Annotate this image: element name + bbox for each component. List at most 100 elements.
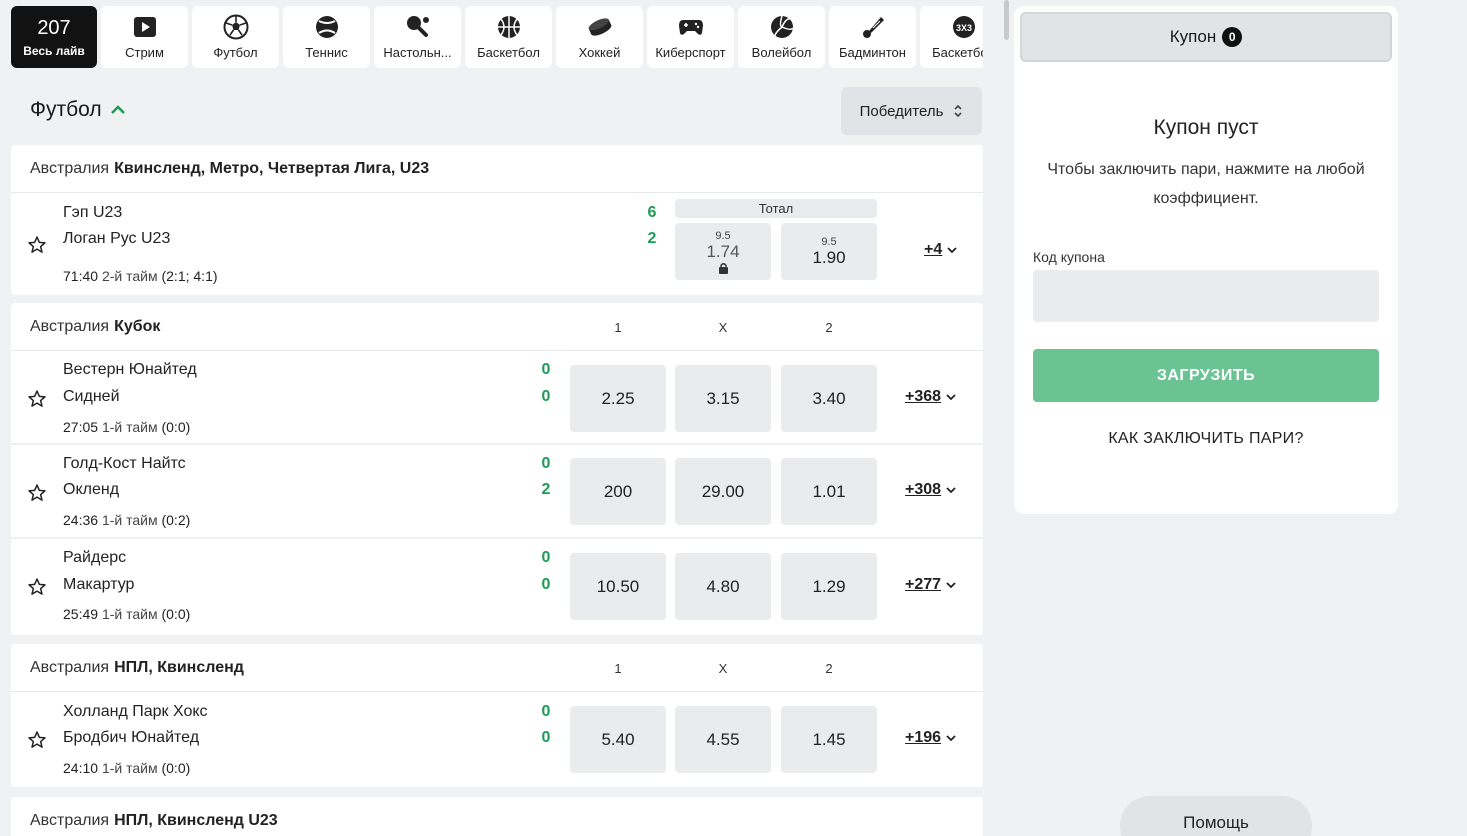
odd-button-1[interactable]: 200 [570, 458, 666, 525]
match-time: 71:40 2-й тайм (2:1; 4:1) [63, 268, 218, 284]
basketball-icon [496, 14, 522, 40]
tab-label: Бадминтон [839, 45, 906, 60]
load-coupon-button[interactable]: ЗАГРУЗИТЬ [1033, 349, 1379, 402]
tab-basketball[interactable]: Баскетбол [465, 6, 552, 68]
league-header[interactable]: Австралия НПЛ, Квинсленд 1 X 2 [11, 644, 983, 692]
odd-button-x[interactable]: 4.55 [675, 706, 771, 773]
score-away: 0 [541, 729, 551, 746]
tab-stream[interactable]: Стрим [101, 6, 188, 68]
col-head-x: X [718, 661, 728, 676]
team-home: Вестерн Юнайтед [63, 361, 197, 378]
star-icon[interactable] [27, 235, 47, 255]
tab-label: Хоккей [578, 45, 621, 60]
tab-label: Теннис [305, 45, 348, 60]
event-row[interactable]: Холланд Парк Хокс Бродбич Юнайтед 0 0 24… [11, 692, 983, 786]
match-clock: 24:10 [63, 760, 99, 776]
odd-button-x[interactable]: 4.80 [675, 553, 771, 620]
scrollbar-thumb[interactable] [1004, 0, 1009, 40]
coupon-empty-text: Чтобы заключить пари, нажмите на любой к… [1047, 161, 1365, 207]
odd-button-x[interactable]: 29.00 [675, 458, 771, 525]
league-block: Австралия НПЛ, Квинсленд U23 [11, 797, 983, 836]
star-icon[interactable] [27, 577, 47, 597]
tab-table-tennis[interactable]: Настольн... [374, 6, 461, 68]
odd-button-x[interactable]: 3.15 [675, 365, 771, 432]
more-markets-link[interactable]: +4 [924, 241, 958, 259]
team-away: Окленд [63, 481, 120, 498]
badminton-icon [860, 14, 886, 40]
match-time: 27:05 1-й тайм (0:0) [63, 419, 190, 435]
odd-button-2[interactable]: 1.01 [781, 458, 877, 525]
tab-tennis[interactable]: Теннис [283, 6, 370, 68]
league-header[interactable]: Австралия Кубок 1 X 2 [11, 303, 983, 351]
odd-param: 9.5 [715, 229, 731, 242]
tab-volleyball[interactable]: Волейбол [738, 6, 825, 68]
league-block: Австралия Квинсленд, Метро, Четвертая Ли… [11, 145, 983, 295]
tab-badminton[interactable]: Бадминтон [829, 6, 916, 68]
more-markets-link[interactable]: +277 [905, 576, 957, 594]
match-detail: (0:0) [161, 760, 191, 776]
event-row[interactable]: Вестерн Юнайтед Сидней 0 0 27:05 1-й тай… [11, 351, 983, 445]
match-clock: 71:40 [63, 268, 99, 284]
league-name: Кубок [114, 317, 161, 335]
tennis-icon [314, 14, 340, 40]
odd-button-2[interactable]: 1.45 [781, 706, 877, 773]
odd-button-2[interactable]: 1.29 [781, 553, 877, 620]
score-away: 2 [541, 481, 551, 498]
chevron-down-icon [946, 394, 956, 401]
event-row[interactable]: Голд-Кост Найтс Окленд 0 2 24:36 1-й тай… [11, 445, 983, 539]
hockey-icon [587, 14, 613, 40]
star-icon[interactable] [27, 389, 47, 409]
help-button[interactable]: Помощь [1120, 796, 1312, 836]
market-select-label: Победитель [859, 102, 944, 120]
star-icon[interactable] [27, 730, 47, 750]
league-country: Австралия [30, 812, 110, 829]
col-head-1: 1 [614, 320, 622, 335]
more-markets-link[interactable]: +308 [905, 481, 957, 499]
odd-button-1[interactable]: 2.25 [570, 365, 666, 432]
odd-button[interactable]: 9.5 1.90 [781, 223, 877, 280]
league-name: НПЛ, Квинсленд U23 [114, 812, 278, 829]
star-icon[interactable] [27, 483, 47, 503]
how-to-bet-link[interactable]: КАК ЗАКЛЮЧИТЬ ПАРИ? [1014, 430, 1398, 448]
match-period: 2-й тайм [101, 268, 158, 284]
chevron-down-icon [946, 582, 956, 589]
tab-hockey[interactable]: Хоккей [556, 6, 643, 68]
score-home: 0 [541, 361, 551, 378]
more-count: +277 [905, 576, 942, 593]
tab-basketball-3x3[interactable]: 3X3 Баскетбол [920, 6, 983, 68]
col-head-1: 1 [614, 661, 622, 676]
market-select[interactable]: Победитель [841, 87, 982, 135]
coupon-code-label: Код купона [1033, 249, 1105, 265]
tab-label: Баскетбол [932, 45, 983, 60]
coupon-panel: Купон 0 Купон пуст Чтобы заключить пари,… [1014, 6, 1398, 514]
tab-all-live[interactable]: 207 Весь лайв [11, 6, 97, 68]
score-home: 6 [647, 204, 657, 221]
odd-button-1[interactable]: 5.40 [570, 706, 666, 773]
chevron-down-icon [946, 487, 956, 494]
coupon-code-input[interactable] [1033, 270, 1379, 322]
more-markets-link[interactable]: +196 [905, 729, 957, 747]
market-label: Тотал [675, 199, 877, 218]
odd-button-locked[interactable]: 9.5 1.74 [675, 223, 771, 280]
odd-button-1[interactable]: 10.50 [570, 553, 666, 620]
tab-label: Весь лайв [23, 44, 85, 58]
chevron-up-icon [110, 105, 125, 114]
tab-esports[interactable]: Киберспорт [647, 6, 734, 68]
coupon-tab[interactable]: Купон 0 [1020, 12, 1392, 62]
league-header[interactable]: Австралия Квинсленд, Метро, Четвертая Ли… [11, 145, 983, 193]
more-count: +308 [905, 481, 942, 498]
event-row[interactable]: Гэп U23 Логан Рус U23 6 2 71:40 2-й тайм… [11, 193, 983, 294]
section-title[interactable]: Футбол [30, 98, 126, 122]
odd-button-2[interactable]: 3.40 [781, 365, 877, 432]
more-markets-link[interactable]: +368 [905, 388, 957, 406]
tab-football[interactable]: Футбол [192, 6, 279, 68]
sports-tabs-bar: 207 Весь лайв Стрим Футбол Теннис Настол… [11, 6, 983, 68]
tab-label: Киберспорт [655, 45, 726, 60]
league-header[interactable]: Австралия НПЛ, Квинсленд U23 [11, 797, 983, 836]
league-block: Австралия Кубок 1 X 2 Вестерн Юнайтед Си… [11, 303, 983, 635]
lock-icon [718, 262, 728, 274]
team-home: Гэп U23 [63, 204, 123, 221]
table-tennis-icon [405, 14, 431, 40]
league-country: Австралия [30, 658, 110, 676]
event-row[interactable]: Райдерс Макартур 0 0 25:49 1-й тайм (0:0… [11, 539, 983, 633]
